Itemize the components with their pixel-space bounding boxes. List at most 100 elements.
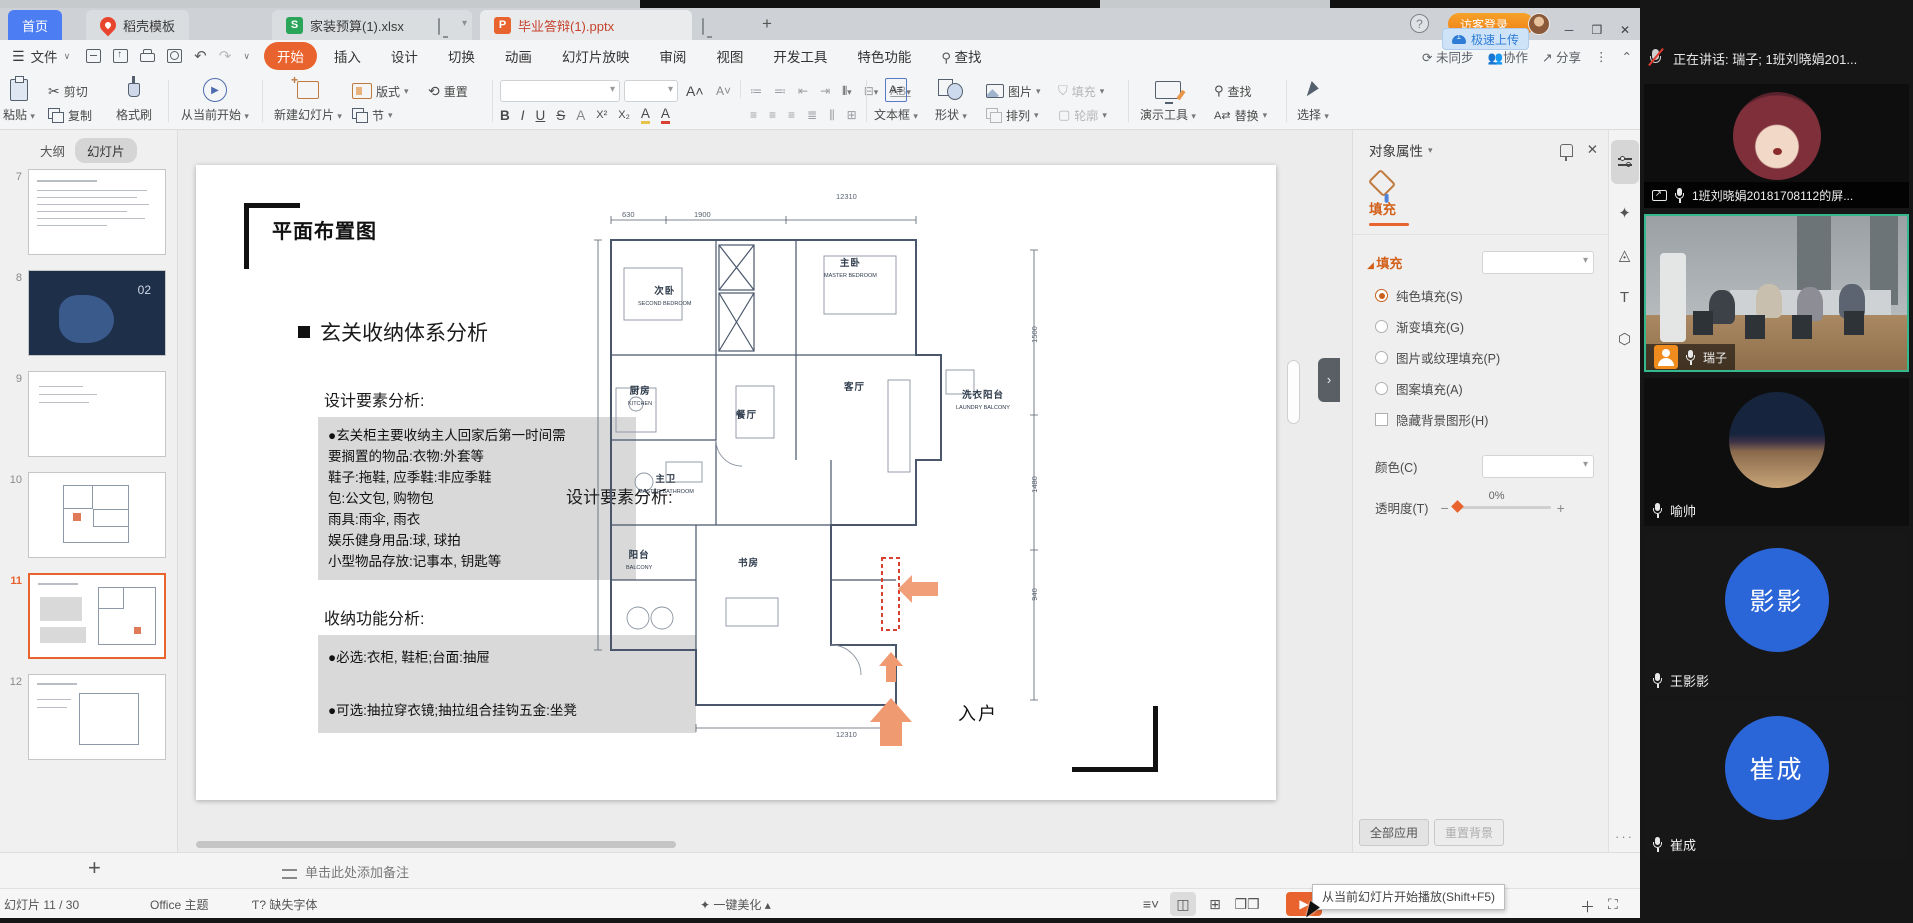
- tab-xlsx[interactable]: S 家装预算(1).xlsx: [272, 10, 472, 40]
- slide-sorter-button[interactable]: ⊞: [1202, 892, 1228, 916]
- help-icon[interactable]: ?: [1410, 14, 1429, 33]
- menu-item-动画[interactable]: 动画: [492, 42, 545, 70]
- maximize-button[interactable]: ❒: [1584, 18, 1610, 42]
- reset-background-button[interactable]: 重置背景: [1434, 819, 1504, 846]
- notes-toggle-icon[interactable]: ≡˅: [1138, 892, 1164, 916]
- fill-preset-combo[interactable]: [1482, 251, 1594, 274]
- decrease-font-icon[interactable]: A˅: [716, 80, 731, 102]
- fill-option-图片或纹理填充(P)[interactable]: 图片或纹理填充(P): [1375, 348, 1608, 367]
- menu-item-幻灯片放映[interactable]: 幻灯片放映: [549, 42, 643, 70]
- layout-button[interactable]: 版式▾: [352, 80, 409, 102]
- print-preview-icon[interactable]: [167, 49, 182, 63]
- zoom-in-button[interactable]: ＋: [1580, 896, 1595, 917]
- pin-icon[interactable]: [1560, 144, 1573, 157]
- export-icon[interactable]: [113, 49, 128, 63]
- thumbnail-preview[interactable]: [28, 371, 166, 457]
- menu-item-设计[interactable]: 设计: [378, 42, 431, 70]
- cut-button[interactable]: ✂剪切: [48, 80, 88, 102]
- transparency-plus-button[interactable]: +: [1557, 500, 1565, 516]
- props-close-icon[interactable]: ✕: [1587, 142, 1598, 158]
- transparency-slider[interactable]: 0%: [1455, 506, 1551, 509]
- participant-tile-王影影[interactable]: 影影王影影: [1644, 534, 1909, 696]
- tab-cast-icon-2[interactable]: [702, 19, 704, 34]
- fill-option-图案填充(A)[interactable]: 图案填充(A): [1375, 379, 1608, 398]
- bold-button[interactable]: B: [500, 108, 510, 123]
- normal-view-button[interactable]: ◫: [1170, 892, 1196, 916]
- menu-item-开发工具[interactable]: 开发工具: [760, 42, 840, 70]
- participant-tile-share[interactable]: 1班刘晓娟20181708112的屏...: [1644, 84, 1909, 208]
- radio-icon[interactable]: [1375, 382, 1388, 395]
- shape-strip-icon[interactable]: ◬: [1612, 242, 1638, 268]
- increase-indent-icon[interactable]: ⇥: [820, 84, 830, 98]
- thumbnail-preview[interactable]: [28, 169, 166, 255]
- replace-button[interactable]: A⇄替换▾: [1214, 104, 1267, 126]
- superscript-button[interactable]: X²: [596, 109, 607, 121]
- new-slide-button[interactable]: 新建幻灯片 ▾: [266, 76, 350, 123]
- strip-more-icon[interactable]: ···: [1609, 829, 1640, 844]
- slide-thumbnail-10[interactable]: 10: [6, 472, 177, 558]
- slide-thumbnail-12[interactable]: 12: [6, 674, 177, 760]
- slide-thumbnail-7[interactable]: 7: [6, 169, 177, 255]
- close-button[interactable]: ✕: [1612, 18, 1638, 42]
- align-center-icon[interactable]: ≡: [769, 108, 776, 122]
- transparency-minus-button[interactable]: −: [1440, 500, 1448, 516]
- slide-11[interactable]: 平面布置图 玄关收纳体系分析 设计要素分析: ●玄关柜主要收纳主人回家后第一时间…: [196, 165, 1276, 800]
- thumbnail-preview[interactable]: 02: [28, 270, 166, 356]
- redo-icon[interactable]: ↷: [219, 47, 232, 65]
- shadow-button[interactable]: A: [576, 108, 585, 123]
- line-spacing-icon[interactable]: ⫴▾: [842, 84, 852, 99]
- select-button[interactable]: 选择 ▾: [1288, 76, 1338, 123]
- align-objects-icon[interactable]: ⊞: [847, 108, 857, 122]
- new-tab-button[interactable]: +: [762, 14, 772, 34]
- bullets-icon[interactable]: ≔: [750, 84, 762, 98]
- notes-input[interactable]: 单击此处添加备注: [282, 862, 409, 881]
- menu-item-插入[interactable]: 插入: [321, 42, 374, 70]
- numbering-icon[interactable]: ≕: [774, 84, 786, 98]
- undo-icon[interactable]: ↶: [194, 47, 207, 65]
- checkbox-icon[interactable]: [1375, 413, 1388, 426]
- find-button[interactable]: ⚲查找: [1214, 80, 1252, 102]
- fill-option-隐藏背景图形(H)[interactable]: 隐藏背景图形(H): [1375, 410, 1608, 429]
- outline-tab[interactable]: 大纲: [40, 141, 65, 160]
- horizontal-scrollbar[interactable]: [196, 841, 1276, 848]
- copy-button[interactable]: 复制: [48, 104, 92, 126]
- fit-screen-button[interactable]: ⛶: [1608, 896, 1618, 913]
- slide-thumbnail-11[interactable]: 11: [6, 573, 177, 659]
- fast-upload-chip[interactable]: 极速上传: [1442, 28, 1529, 50]
- reading-view-button[interactable]: ❒❒: [1234, 892, 1260, 916]
- align-left-icon[interactable]: ≡: [750, 108, 757, 122]
- menu-item-查找[interactable]: 查找: [928, 42, 994, 70]
- section-button[interactable]: 节▾: [352, 104, 393, 126]
- tab-docer[interactable]: 稻壳模板: [86, 10, 189, 40]
- menu-item-开始[interactable]: 开始: [264, 42, 317, 70]
- subscript-button[interactable]: X₂: [618, 109, 630, 121]
- collapse-ribbon-icon[interactable]: ⌃: [1622, 49, 1632, 64]
- 3d-strip-icon[interactable]: ⬡: [1612, 326, 1638, 352]
- missing-font-warning[interactable]: Ƭ? 缺失字体: [252, 896, 317, 913]
- radio-icon[interactable]: [1375, 320, 1388, 333]
- shapes-button[interactable]: 形状 ▾: [926, 76, 976, 123]
- properties-strip-icon[interactable]: [1611, 140, 1639, 184]
- menu-item-切换[interactable]: 切换: [435, 42, 488, 70]
- effects-strip-icon[interactable]: ✦: [1612, 200, 1638, 226]
- textbox-button[interactable]: A≡ 文本框 ▾: [868, 76, 924, 123]
- increase-font-icon[interactable]: A˄: [686, 80, 704, 102]
- print-icon[interactable]: [140, 53, 155, 62]
- participant-tile-崔成[interactable]: 崔成崔成: [1644, 702, 1909, 860]
- radio-icon[interactable]: [1375, 289, 1388, 302]
- format-painter-button[interactable]: 格式刷: [108, 76, 160, 123]
- participant-tile-瑞子[interactable]: 瑞子: [1644, 214, 1909, 372]
- menu-item-视图[interactable]: 视图: [703, 42, 756, 70]
- font-color-button[interactable]: A: [661, 106, 670, 124]
- fill-button[interactable]: ⛉填充▾: [1058, 80, 1104, 102]
- theme-label[interactable]: Office 主题: [150, 896, 208, 913]
- slider-thumb[interactable]: [1451, 500, 1464, 513]
- radio-icon[interactable]: [1375, 351, 1388, 364]
- color-combo[interactable]: [1482, 455, 1594, 478]
- highlight-button[interactable]: A: [641, 106, 650, 124]
- decrease-indent-icon[interactable]: ⇤: [798, 84, 808, 98]
- qa-more-caret-icon[interactable]: ∨: [243, 51, 250, 62]
- vertical-scrollbar[interactable]: [1287, 360, 1300, 424]
- play-from-current-button[interactable]: ▶ 从当前开始 ▾: [172, 76, 258, 123]
- paste-button[interactable]: 粘贴 ▾: [0, 76, 52, 123]
